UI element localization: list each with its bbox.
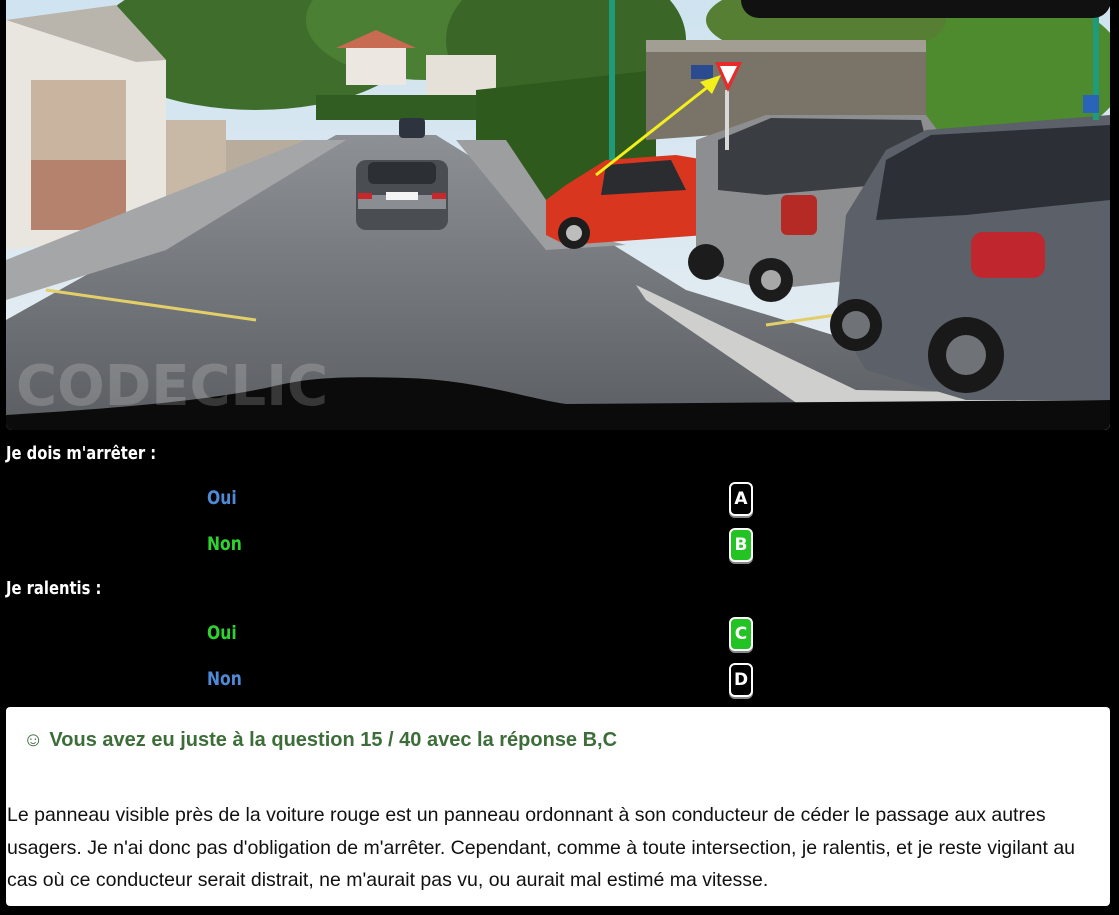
- option-text-b[interactable]: Non: [207, 533, 242, 555]
- watermark-logo: CODECLIC: [16, 354, 328, 419]
- answer-key-a[interactable]: A: [729, 482, 753, 516]
- option-text-c[interactable]: Oui: [207, 622, 237, 644]
- question-label-slow: Je ralentis :: [6, 578, 102, 599]
- option-text-a[interactable]: Oui: [207, 487, 237, 509]
- result-title: ☺ Vous avez eu juste à la question 15 / 4…: [23, 729, 617, 752]
- answer-key-b[interactable]: B: [729, 528, 753, 562]
- question-label-stop: Je dois m'arrêter :: [6, 443, 157, 464]
- smiley-icon: ☺: [23, 729, 44, 751]
- option-text-d[interactable]: Non: [207, 668, 242, 690]
- result-panel: ☺ Vous avez eu juste à la question 15 / 4…: [6, 707, 1110, 906]
- answer-key-c[interactable]: C: [729, 617, 753, 651]
- answer-key-d[interactable]: D: [729, 663, 753, 697]
- question-photo: CODECLIC: [6, 0, 1110, 430]
- result-title-text: Vous avez eu juste à la question 15 / 40…: [49, 729, 618, 751]
- result-explanation: Le panneau visible près de la voiture ro…: [7, 804, 1076, 891]
